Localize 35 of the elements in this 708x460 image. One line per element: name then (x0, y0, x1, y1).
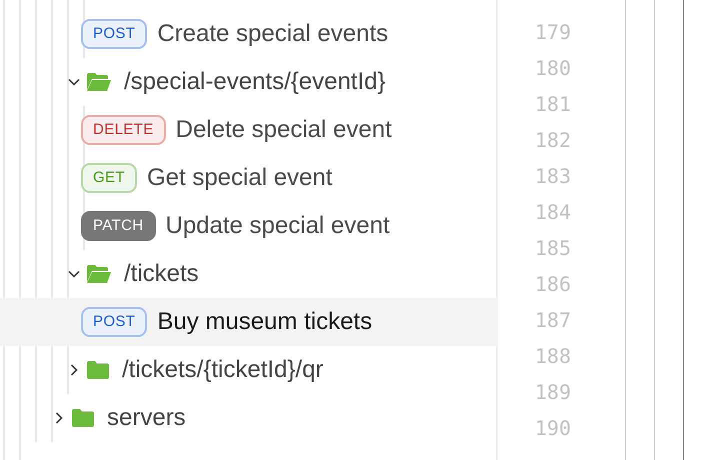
operation-row[interactable]: DELETE Delete special event (0, 106, 497, 154)
method-badge: POST (81, 19, 148, 49)
line-number: 190 (534, 415, 571, 442)
line-number: 181 (534, 91, 571, 118)
folder-label[interactable]: /tickets/{ticketId}/qr (122, 352, 324, 388)
line-number: 188 (534, 343, 571, 370)
operation-row[interactable]: GET Get special event (0, 154, 497, 202)
method-badge: PATCH (81, 211, 156, 241)
folder-icon (86, 360, 110, 380)
line-number: 189 (534, 379, 571, 406)
method-badge: POST (81, 307, 148, 337)
open-folder-icon (86, 72, 112, 92)
line-number: 187 (534, 307, 571, 334)
line-number: 185 (534, 235, 571, 262)
line-number: 182 (534, 127, 571, 154)
line-number: 186 (534, 271, 571, 298)
open-folder-icon (86, 264, 112, 284)
operation-row[interactable]: PATCH Update special event (0, 202, 497, 250)
operation-row[interactable]: POST Buy museum tickets (0, 298, 497, 346)
folder-icon (71, 408, 95, 428)
operation-label: Update special event (166, 211, 390, 241)
operation-label: Get special event (146, 163, 332, 193)
method-badge: GET (81, 163, 137, 193)
method-badge: DELETE (81, 115, 166, 145)
operation-label: Create special events (157, 19, 388, 49)
operation-label: Delete special event (176, 115, 392, 145)
folder-label[interactable]: /tickets (124, 256, 199, 292)
folder-label[interactable]: /special-events/{eventId} (124, 64, 386, 100)
operation-label: Buy museum tickets (157, 307, 372, 337)
operation-row[interactable]: POST Create special events (0, 10, 497, 58)
folder-label[interactable]: servers (107, 400, 186, 436)
line-number: 179 (534, 19, 571, 46)
line-number: 180 (534, 55, 571, 82)
line-number: 183 (534, 163, 571, 190)
line-number: 184 (534, 199, 571, 226)
